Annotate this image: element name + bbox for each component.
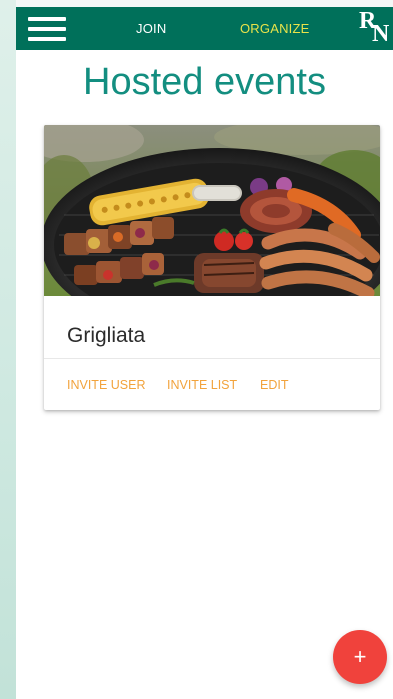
- page-title: Hosted events: [83, 61, 326, 103]
- nav-join-link[interactable]: JOIN: [136, 21, 166, 36]
- top-navbar: JOIN ORGANIZE R N: [16, 7, 393, 50]
- invite-user-button[interactable]: INVITE USER: [67, 378, 146, 392]
- menu-bar: [28, 37, 66, 41]
- app-logo[interactable]: R N: [354, 7, 393, 50]
- event-card: Grigliata INVITE USER INVITE LIST EDIT: [44, 125, 380, 410]
- logo-letter-n: N: [372, 21, 390, 47]
- invite-list-button[interactable]: INVITE LIST: [167, 378, 237, 392]
- nav-organize-link[interactable]: ORGANIZE: [240, 21, 310, 36]
- event-image-grill-photo[interactable]: [44, 125, 380, 296]
- event-title: Grigliata: [67, 324, 146, 347]
- app-screen: JOIN ORGANIZE R N Hosted events Grigliat…: [16, 0, 393, 699]
- menu-bar: [28, 17, 66, 21]
- card-divider: [44, 358, 380, 359]
- edit-event-button[interactable]: EDIT: [260, 378, 288, 392]
- add-icon: +: [353, 644, 367, 669]
- menu-bar: [28, 27, 66, 31]
- status-strip: [16, 0, 393, 7]
- add-event-button[interactable]: +: [333, 630, 387, 684]
- hamburger-menu-icon[interactable]: [28, 15, 66, 43]
